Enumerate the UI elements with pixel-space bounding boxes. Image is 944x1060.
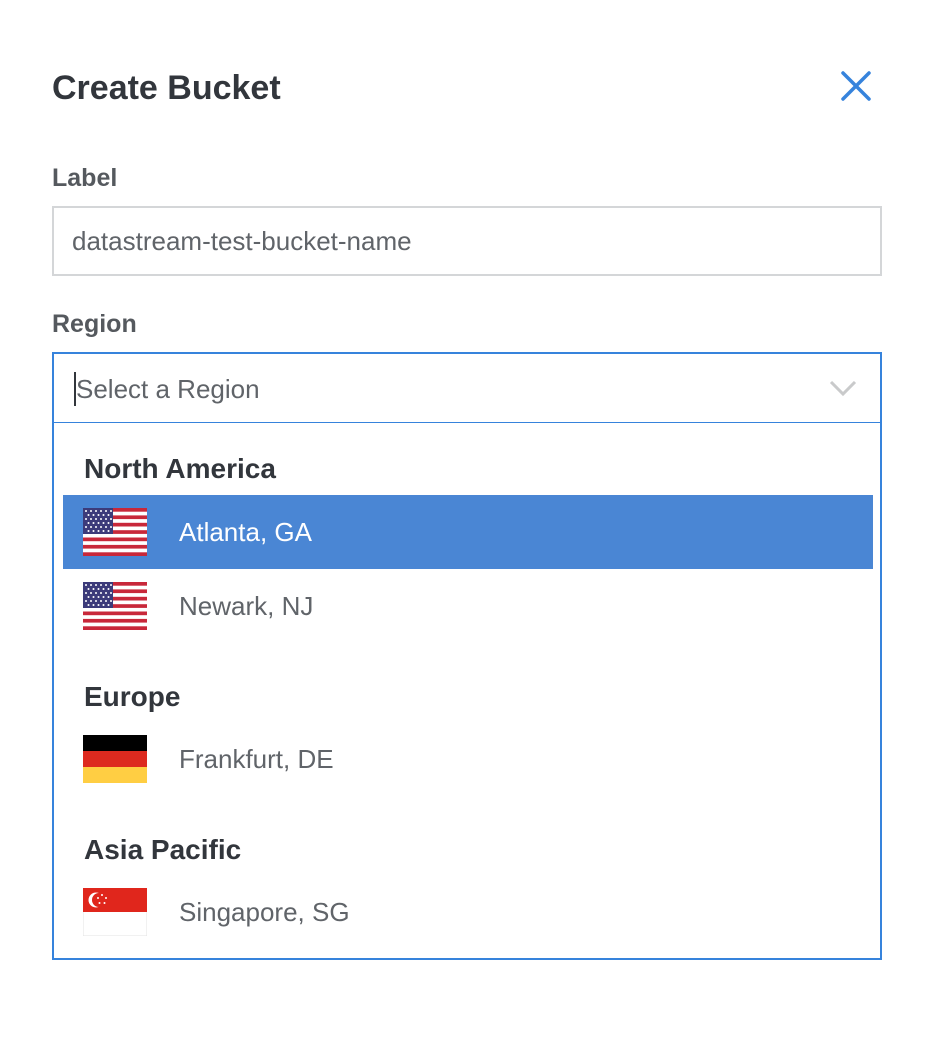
label-field-label: Label [52, 164, 118, 192]
de-flag-icon [83, 735, 147, 783]
chevron-down-icon[interactable] [828, 376, 858, 400]
region-option-frankfurt[interactable]: Frankfurt, DE [63, 722, 873, 796]
group-heading-asia-pacific: Asia Pacific [84, 834, 242, 865]
region-option-label: Singapore, SG [179, 897, 350, 927]
region-select-placeholder: Select a Region [76, 374, 260, 404]
region-option-label: Atlanta, GA [179, 517, 312, 547]
group-heading-europe: Europe [84, 681, 181, 712]
close-button[interactable] [836, 66, 876, 106]
create-bucket-dialog: Create Bucket Label Region Select a Regi… [0, 0, 944, 1060]
close-icon [841, 71, 871, 101]
region-option-newark[interactable]: Newark, NJ [63, 569, 873, 643]
region-option-label: Newark, NJ [179, 591, 314, 621]
region-dropdown-menu: North America Atlanta, GA Newark, NJ Eur… [52, 422, 882, 960]
us-flag-icon [83, 508, 147, 556]
us-flag-icon [83, 582, 147, 630]
dialog-title: Create Bucket [52, 69, 281, 107]
bucket-label-input[interactable] [52, 206, 882, 276]
region-option-singapore[interactable]: Singapore, SG [63, 875, 873, 949]
sg-flag-icon [83, 888, 147, 936]
region-option-atlanta[interactable]: Atlanta, GA [63, 495, 873, 569]
group-heading-north-america: North America [84, 453, 276, 484]
region-field-label: Region [52, 310, 137, 338]
region-select[interactable]: Select a Region [52, 352, 882, 424]
region-option-label: Frankfurt, DE [179, 744, 334, 774]
